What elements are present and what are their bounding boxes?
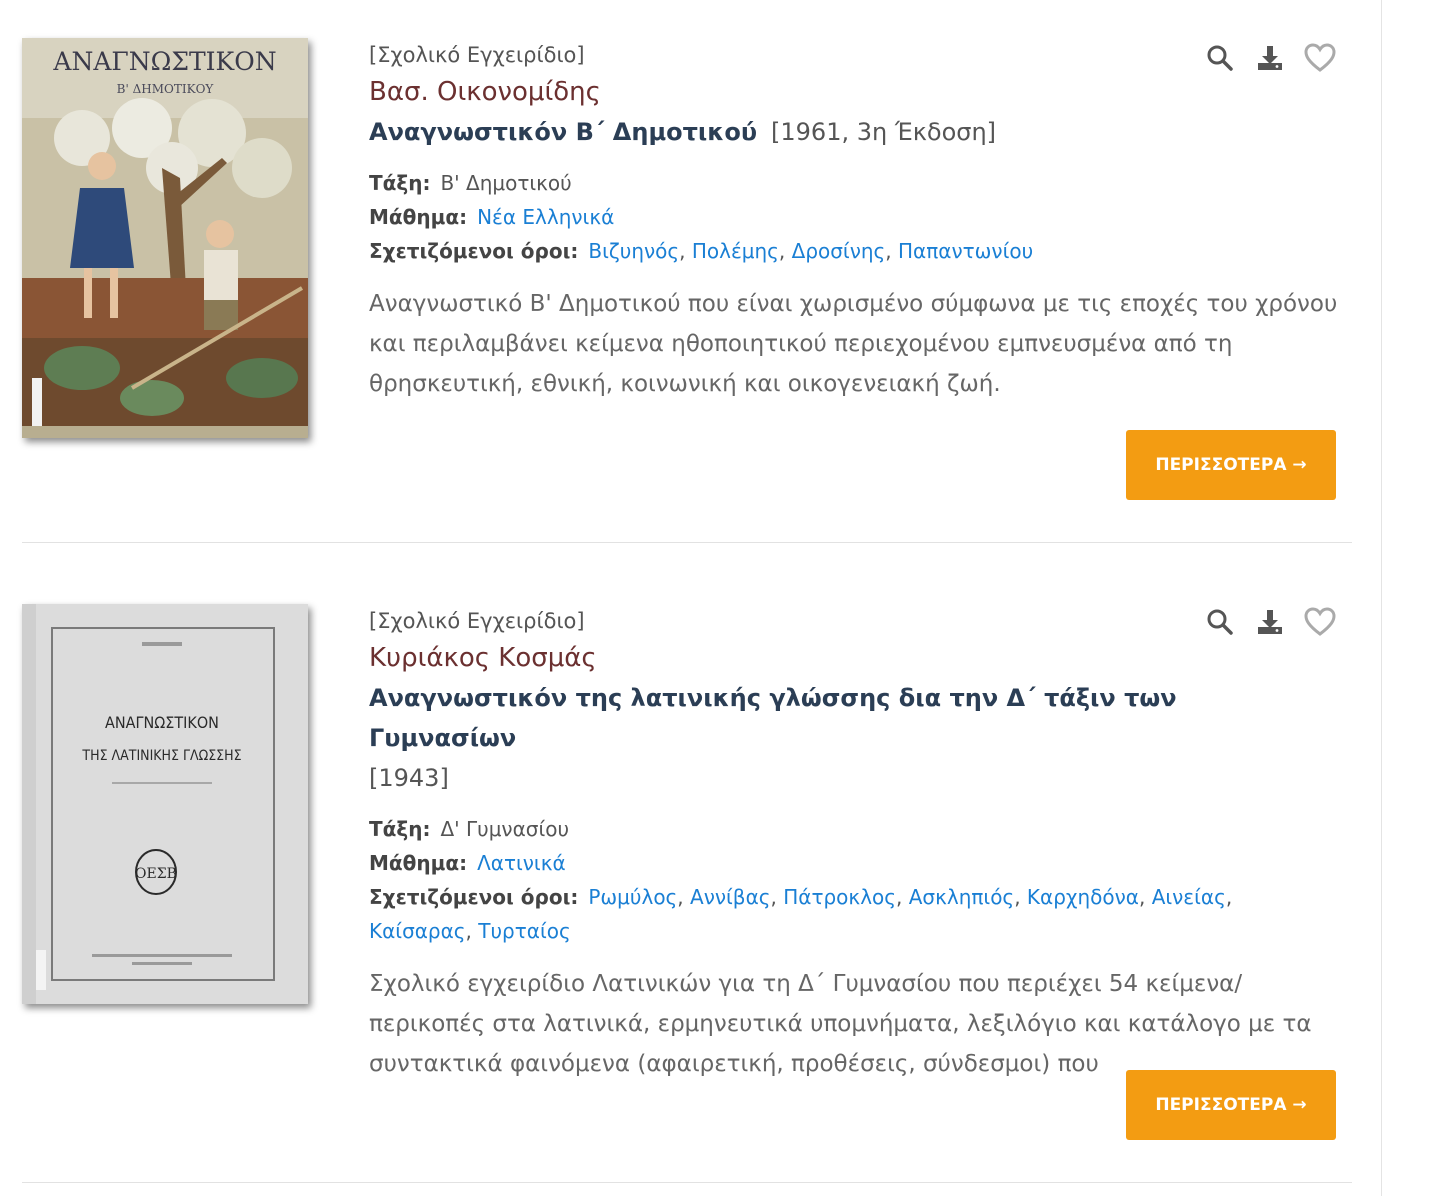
publication-year: [1943] (369, 764, 449, 792)
search-icon[interactable] (1202, 604, 1238, 640)
book-title-link[interactable]: Αναγνωστικόν της λατινικής γλώσσης δια τ… (369, 684, 1177, 752)
terms-label: Σχετιζόμενοι όροι: (369, 885, 579, 909)
subject-label: Μάθημα: (369, 851, 468, 875)
description: Σχολικό εγχειρίδιο Λατινικών για τη Δ΄ Γ… (369, 971, 1312, 1077)
class-label: Τάξη: (369, 817, 431, 841)
book-cover-image[interactable]: ΑΝΑΓΝΩΣΤΙΚΟΝ Β' ΔΗΜΟΤΙΚΟΥ (22, 38, 308, 438)
title-block: Αναγνωστικόν της λατινικής γλώσσης δια τ… (369, 678, 1329, 798)
search-icon[interactable] (1202, 40, 1238, 76)
title-block: Αναγνωστικόν Β΄ Δημοτικού [1961, 3η Έκδοσ… (369, 112, 1329, 152)
book-title-link[interactable]: Αναγνωστικόν Β΄ Δημοτικού (369, 118, 757, 146)
more-button[interactable]: ΠΕΡΙΣΣΟΤΕΡΑ → (1126, 430, 1336, 500)
heart-icon[interactable] (1302, 604, 1338, 640)
cover-subtitle-text: ΤΗΣ ΛΑΤΙΝΙΚΗΣ ΓΛΩΣΣΗΣ (81, 748, 241, 764)
meta-subject: Μάθημα: Νέα Ελληνικά (369, 200, 1349, 234)
subject-link[interactable]: Λατινικά (477, 851, 566, 875)
result-item: ΑΝΑΓΝΩΣΤΙΚΟΝ Β' ΔΗΜΟΤΙΚΟΥ [Σχολικό Εγχει… (0, 0, 1360, 544)
meta-terms: Σχετιζόμενοι όροι: Βιζυηνός, Πολέμης, Δρο… (369, 239, 1034, 263)
terms-label: Σχετιζόμενοι όροι: (369, 239, 579, 263)
item-actions (1202, 40, 1338, 76)
result-info: [Σχολικό Εγχειρίδιο] Βασ. Οικονομίδης Αν… (369, 40, 1349, 404)
term-link[interactable]: Δροσίνης (792, 239, 886, 263)
download-icon[interactable] (1252, 40, 1288, 76)
term-link[interactable]: Βιζυηνός (588, 239, 679, 263)
result-info: [Σχολικό Εγχειρίδιο] Κυριάκος Κοσμάς Ανα… (369, 606, 1349, 1084)
cover-title-text: ΑΝΑΓΝΩΣΤΙΚΟΝ (52, 47, 276, 76)
class-value: Δ' Γυμνασίου (440, 817, 570, 841)
term-link[interactable]: Ρωμύλος (588, 885, 677, 909)
result-divider (22, 1182, 1352, 1183)
result-item: ΑΝΑΓΝΩΣΤΙΚΟΝ ΤΗΣ ΛΑΤΙΝΙΚΗΣ ΓΛΩΣΣΗΣ ΟΕΣΒ … (0, 544, 1360, 1184)
item-actions (1202, 604, 1338, 640)
meta-terms: Σχετιζόμενοι όροι: Ρωμύλος, Αννίβας, Πάτρ… (369, 885, 1233, 943)
meta-subject: Μάθημα: Λατινικά (369, 846, 1349, 880)
cover-title-text: ΑΝΑΓΝΩΣΤΙΚΟΝ (105, 713, 219, 732)
book-cover-image[interactable]: ΑΝΑΓΝΩΣΤΙΚΟΝ ΤΗΣ ΛΑΤΙΝΙΚΗΣ ΓΛΩΣΣΗΣ ΟΕΣΒ (22, 604, 308, 1004)
term-link[interactable]: Αινείας (1152, 885, 1226, 909)
publication-year: [1961, 3η Έκδοση] (771, 118, 997, 146)
scroll-track-rule (1381, 0, 1382, 1196)
download-icon[interactable] (1252, 604, 1288, 640)
term-link[interactable]: Παπαντωνίου (898, 239, 1033, 263)
heart-icon[interactable] (1302, 40, 1338, 76)
author-link[interactable]: Βασ. Οικονομίδης (369, 74, 1349, 112)
term-link[interactable]: Πάτροκλος (783, 885, 896, 909)
result-divider (22, 542, 1352, 543)
description: Αναγνωστικό Β' Δημοτικού που είναι χωρισ… (369, 291, 1338, 397)
term-link[interactable]: Πολέμης (692, 239, 779, 263)
term-link[interactable]: Αννίβας (690, 885, 770, 909)
more-button[interactable]: ΠΕΡΙΣΣΟΤΕΡΑ → (1126, 1070, 1336, 1140)
class-value: Β' Δημοτικού (440, 171, 572, 195)
term-link[interactable]: Καρχηδόνα (1027, 885, 1139, 909)
term-link[interactable]: Ασκληπιός (909, 885, 1014, 909)
author-link[interactable]: Κυριάκος Κοσμάς (369, 640, 1349, 678)
term-link[interactable]: Καίσαρας (369, 919, 466, 943)
cover-subtitle-text: Β' ΔΗΜΟΤΙΚΟΥ (117, 82, 215, 96)
term-link[interactable]: Τυρταίος (478, 919, 570, 943)
subject-link[interactable]: Νέα Ελληνικά (477, 205, 614, 229)
cover-emblem: ΟΕΣΒ (135, 866, 177, 882)
meta-class: Τάξη: Δ' Γυμνασίου (369, 812, 1349, 846)
subject-label: Μάθημα: (369, 205, 468, 229)
meta-class: Τάξη: Β' Δημοτικού (369, 166, 1349, 200)
class-label: Τάξη: (369, 171, 431, 195)
